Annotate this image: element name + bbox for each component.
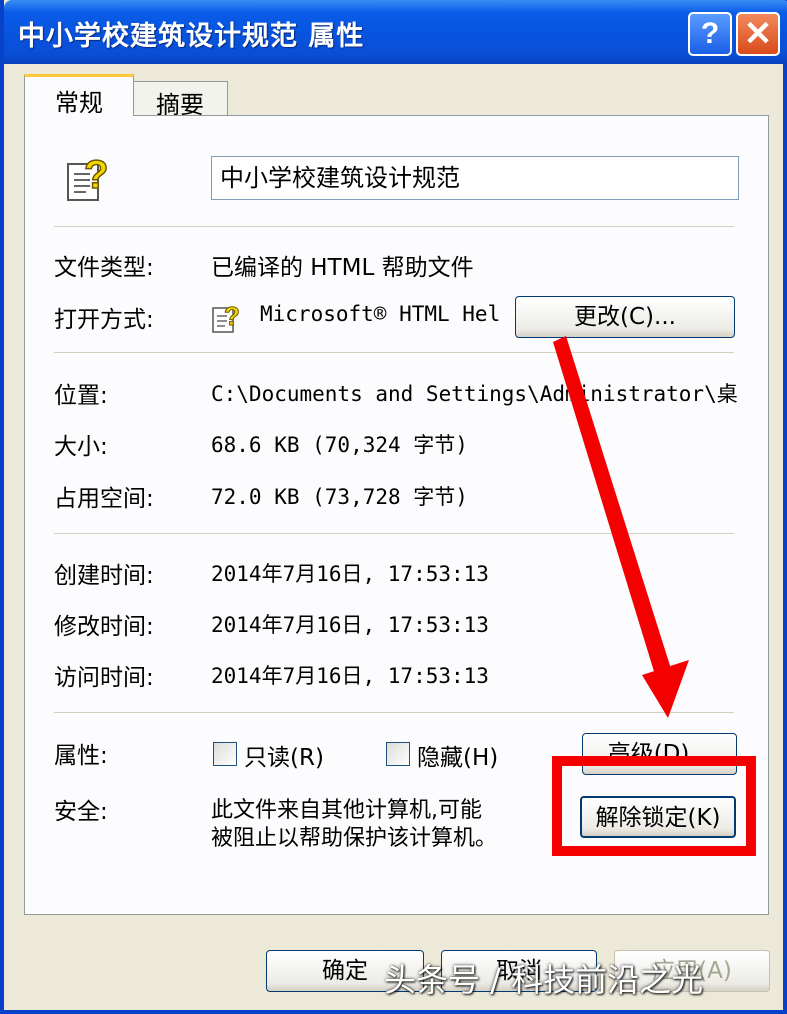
disk-size-label: 占用空间: xyxy=(54,486,154,512)
window-title: 中小学校建筑设计规范 属性 xyxy=(18,21,365,52)
opens-with-value: Microsoft® HTML Hel xyxy=(260,302,500,326)
readonly-label[interactable]: 只读(R) xyxy=(244,738,324,772)
disk-size-value: 72.0 KB (73,728 字节) xyxy=(211,485,468,509)
readonly-checkbox[interactable] xyxy=(213,742,237,766)
file-type-value: 已编译的 HTML 帮助文件 xyxy=(211,255,474,281)
created-value: 2014年7月16日, 17:53:13 xyxy=(211,562,489,586)
attributes-label: 属性: xyxy=(54,743,108,769)
separator xyxy=(54,352,734,353)
modified-value: 2014年7月16日, 17:53:13 xyxy=(211,613,489,637)
tab-summary[interactable]: 摘要 xyxy=(132,81,228,119)
separator xyxy=(54,712,734,713)
accessed-value: 2014年7月16日, 17:53:13 xyxy=(211,664,489,688)
tab-general[interactable]: 常规 xyxy=(24,74,134,117)
location-value: C:\Documents and Settings\Administrator\… xyxy=(211,382,738,406)
help-button[interactable]: ? xyxy=(688,12,732,56)
svg-text:?: ? xyxy=(224,301,240,331)
watermark: 头条号 / 科技前沿之光 xyxy=(384,961,704,999)
svg-text:?: ? xyxy=(84,153,108,197)
created-label: 创建时间: xyxy=(54,563,154,589)
separator xyxy=(54,533,734,534)
help-file-icon: ? xyxy=(67,152,109,201)
accessed-label: 访问时间: xyxy=(54,665,154,691)
size-label: 大小: xyxy=(54,434,108,460)
location-label: 位置: xyxy=(54,383,108,409)
file-type-label: 文件类型: xyxy=(54,255,154,281)
properties-dialog: 中小学校建筑设计规范 属性 ? ✕ 常规 摘要 ? 中小学校建筑设计规范 文件类… xyxy=(0,0,787,1014)
security-message-line2: 被阻止以帮助保护该计算机。 xyxy=(211,826,498,851)
file-name-input[interactable]: 中小学校建筑设计规范 xyxy=(211,156,739,200)
close-button[interactable]: ✕ xyxy=(736,12,780,56)
separator xyxy=(54,226,734,227)
opens-with-label: 打开方式: xyxy=(54,307,154,333)
size-value: 68.6 KB (70,324 字节) xyxy=(211,433,468,457)
hidden-label[interactable]: 隐藏(H) xyxy=(417,738,498,772)
title-bar[interactable]: 中小学校建筑设计规范 属性 ? ✕ xyxy=(4,0,787,64)
security-label: 安全: xyxy=(54,799,108,825)
html-help-icon: ? xyxy=(212,301,240,333)
modified-label: 修改时间: xyxy=(54,614,154,640)
hidden-checkbox[interactable] xyxy=(386,742,410,766)
change-button[interactable]: 更改(C)... xyxy=(515,296,735,338)
highlight-box xyxy=(552,756,756,856)
